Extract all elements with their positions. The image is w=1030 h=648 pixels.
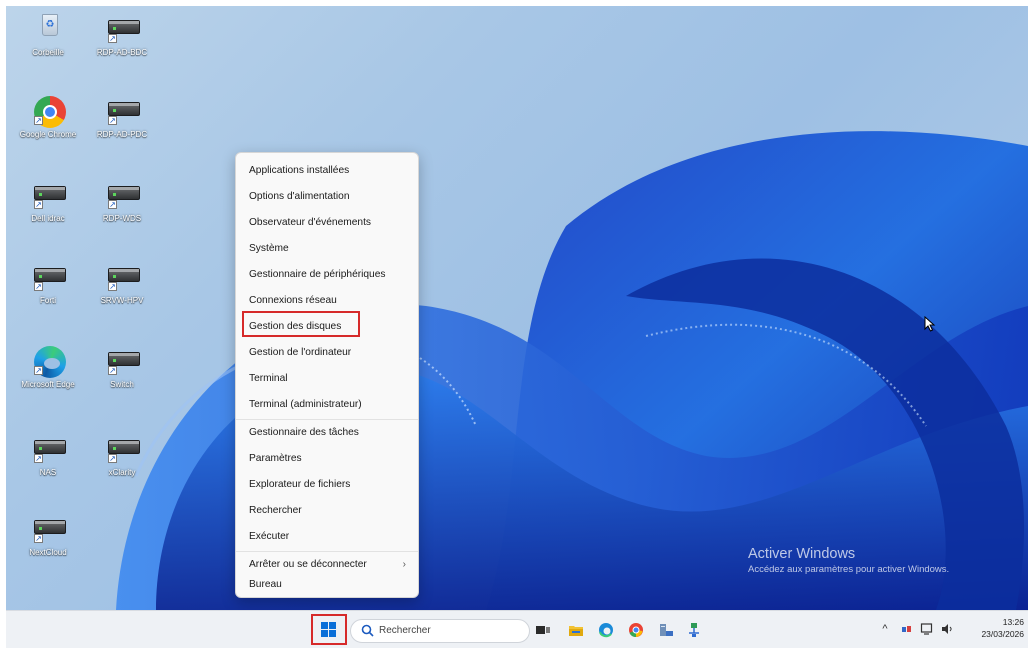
- menu-item-terminal[interactable]: Terminal: [240, 367, 416, 391]
- desktop-icon-label: SRVW-HPV: [100, 296, 144, 305]
- menu-item-device-manager[interactable]: Gestionnaire de périphériques: [240, 263, 416, 287]
- desktop-icon-microsoft-edge[interactable]: ↗ Microsoft Edge: [8, 340, 88, 408]
- desktop-icon-label: NAS: [39, 468, 57, 477]
- server-icon: ↗: [32, 260, 66, 294]
- desktop-icon-srvw-hpv[interactable]: ↗ SRVW-HPV: [82, 256, 162, 324]
- menu-separator: [236, 419, 418, 420]
- menu-item-power-options[interactable]: Options d'alimentation: [240, 185, 416, 209]
- desktop-icon-rdp-ad-pdc[interactable]: ↗ RDP-AD-PDC: [82, 90, 162, 158]
- disk-management-highlight: [242, 311, 360, 337]
- mouse-cursor-icon: [924, 316, 936, 332]
- network-icon[interactable]: [686, 622, 702, 638]
- chrome-icon: ↗: [32, 94, 66, 128]
- taskbar-clock[interactable]: 13:26 23/03/2026: [972, 616, 1024, 640]
- menu-item-settings[interactable]: Paramètres: [240, 447, 416, 471]
- menu-item-file-explorer[interactable]: Explorateur de fichiers: [240, 473, 416, 497]
- taskbar: Rechercher ^ 13:26 23/03/2026: [6, 610, 1028, 648]
- server-icon: ↗: [106, 260, 140, 294]
- desktop: ♻ Corbeille ↗ RDP-AD-BDC ↗ Google Chrome…: [6, 6, 1028, 610]
- menu-item-system[interactable]: Système: [240, 237, 416, 261]
- watermark-subtitle: Accédez aux paramètres pour activer Wind…: [748, 564, 950, 575]
- edge-icon: ↗: [32, 344, 66, 378]
- desktop-icon-label: Switch: [110, 380, 134, 389]
- desktop-icon-rdp-ad-bdc[interactable]: ↗ RDP-AD-BDC: [82, 8, 162, 76]
- desktop-icon-label: NextCloud: [29, 548, 67, 557]
- desktop-icon-google-chrome[interactable]: ↗ Google Chrome: [8, 90, 88, 158]
- clock-date: 23/03/2026: [981, 629, 1024, 639]
- windows-start-icon: [321, 622, 337, 638]
- server-icon: ↗: [106, 344, 140, 378]
- desktop-icon-label: RDP-WDS: [102, 214, 142, 223]
- menu-item-desktop[interactable]: Bureau: [240, 573, 416, 597]
- menu-item-search[interactable]: Rechercher: [240, 499, 416, 523]
- recycle-bin-icon: ♻: [32, 12, 66, 46]
- server-manager-icon[interactable]: [658, 622, 674, 638]
- screen: ♻ Corbeille ↗ RDP-AD-BDC ↗ Google Chrome…: [6, 6, 1028, 648]
- desktop-icon-label: Microsoft Edge: [21, 380, 75, 389]
- monitor-network-icon[interactable]: [920, 621, 934, 637]
- start-button[interactable]: [311, 614, 347, 645]
- bluetooth-icon[interactable]: [900, 621, 914, 637]
- winx-context-menu: Applications installées Options d'alimen…: [235, 152, 419, 598]
- menu-item-label: Arrêter ou se déconnecter: [249, 559, 367, 570]
- desktop-icon-forti[interactable]: ↗ Forti: [8, 256, 88, 324]
- desktop-icon-corbeille[interactable]: ♻ Corbeille: [8, 8, 88, 76]
- desktop-icon-label: RDP-AD-PDC: [96, 130, 148, 139]
- menu-item-run[interactable]: Exécuter: [240, 525, 416, 549]
- server-icon: ↗: [106, 12, 140, 46]
- server-icon: ↗: [106, 178, 140, 212]
- task-view-icon[interactable]: [535, 622, 551, 638]
- taskbar-search-box[interactable]: Rechercher: [350, 619, 530, 643]
- server-icon: ↗: [32, 432, 66, 466]
- desktop-icon-nextcloud[interactable]: ↗ NextCloud: [8, 508, 88, 576]
- volume-icon[interactable]: [940, 621, 954, 637]
- menu-separator: [236, 551, 418, 552]
- menu-item-task-manager[interactable]: Gestionnaire des tâches: [240, 421, 416, 445]
- server-icon: ↗: [32, 178, 66, 212]
- menu-item-event-viewer[interactable]: Observateur d'événements: [240, 211, 416, 235]
- desktop-icon-dell-idrac[interactable]: ↗ Dell idrac: [8, 174, 88, 242]
- desktop-icon-label: Google Chrome: [19, 130, 77, 139]
- menu-item-computer-management[interactable]: Gestion de l'ordinateur: [240, 341, 416, 365]
- chrome-icon[interactable]: [628, 622, 644, 638]
- desktop-icon-nas[interactable]: ↗ NAS: [8, 428, 88, 496]
- server-icon: ↗: [106, 432, 140, 466]
- desktop-icon-rdp-wds[interactable]: ↗ RDP-WDS: [82, 174, 162, 242]
- desktop-icon-xclarity[interactable]: ↗ xClarity: [82, 428, 162, 496]
- menu-item-installed-apps[interactable]: Applications installées: [240, 159, 416, 183]
- chevron-up-icon[interactable]: ^: [878, 621, 892, 637]
- menu-item-network-connections[interactable]: Connexions réseau: [240, 289, 416, 313]
- desktop-icon-label: xClarity: [108, 468, 136, 477]
- desktop-icon-label: RDP-AD-BDC: [96, 48, 148, 57]
- activation-watermark: Activer Windows Accédez aux paramètres p…: [748, 545, 1028, 577]
- watermark-title: Activer Windows: [748, 546, 856, 562]
- desktop-icon-label: Dell idrac: [31, 214, 65, 223]
- search-icon: [361, 624, 374, 637]
- server-icon: ↗: [32, 512, 66, 546]
- server-icon: ↗: [106, 94, 140, 128]
- desktop-icon-switch[interactable]: ↗ Switch: [82, 340, 162, 408]
- menu-item-terminal-admin[interactable]: Terminal (administrateur): [240, 393, 416, 417]
- edge-icon[interactable]: [598, 622, 614, 638]
- search-placeholder: Rechercher: [379, 625, 431, 636]
- file-explorer-icon[interactable]: [568, 622, 584, 638]
- desktop-icon-label: Forti: [40, 296, 56, 305]
- clock-time: 13:26: [1002, 617, 1024, 627]
- desktop-icon-label: Corbeille: [32, 48, 64, 57]
